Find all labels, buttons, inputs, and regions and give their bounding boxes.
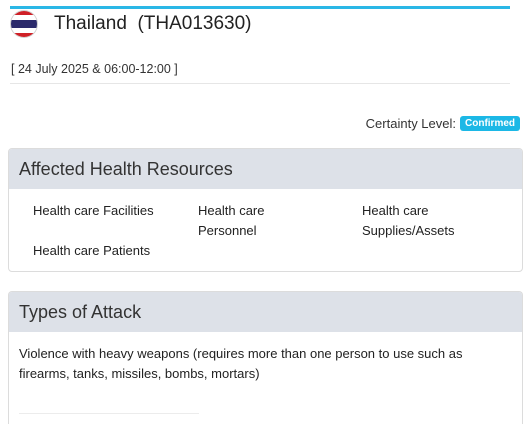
panel-title: Affected Health Resources (9, 149, 522, 189)
divider (10, 83, 510, 84)
list-item: Health care Supplies/Assets (362, 203, 455, 238)
incident-title: Thailand (THA013630) (54, 13, 252, 35)
affected-health-resources-panel: Affected Health Resources Health care Fa… (8, 148, 523, 272)
panel-title: Types of Attack (9, 292, 522, 332)
status-badge: Confirmed (460, 116, 520, 131)
incident-detail: Thailand (THA013630) [ 24 July 2025 & 06… (0, 0, 530, 424)
country-name: Thailand (54, 13, 127, 34)
incident-header: Thailand (THA013630) (11, 10, 252, 38)
certainty-label: Certainty Level: (365, 116, 456, 131)
certainty-level: Certainty Level: Confirmed (366, 116, 520, 131)
attack-description: Violence with heavy weapons (requires mo… (19, 346, 463, 381)
incident-code: (THA013630) (137, 13, 252, 34)
list-item: Health care Personnel (198, 203, 265, 238)
list-item: Health care Patients (33, 243, 151, 258)
top-accent-rule (10, 6, 510, 9)
resource-list: Health care Facilities Health care Perso… (9, 189, 522, 269)
divider (19, 413, 199, 414)
list-item: Health care Facilities (33, 203, 154, 218)
incident-date-range: [ 24 July 2025 & 06:00-12:00 ] (11, 62, 178, 76)
thailand-flag-icon (11, 11, 37, 37)
types-of-attack-panel: Types of Attack Violence with heavy weap… (8, 291, 523, 424)
